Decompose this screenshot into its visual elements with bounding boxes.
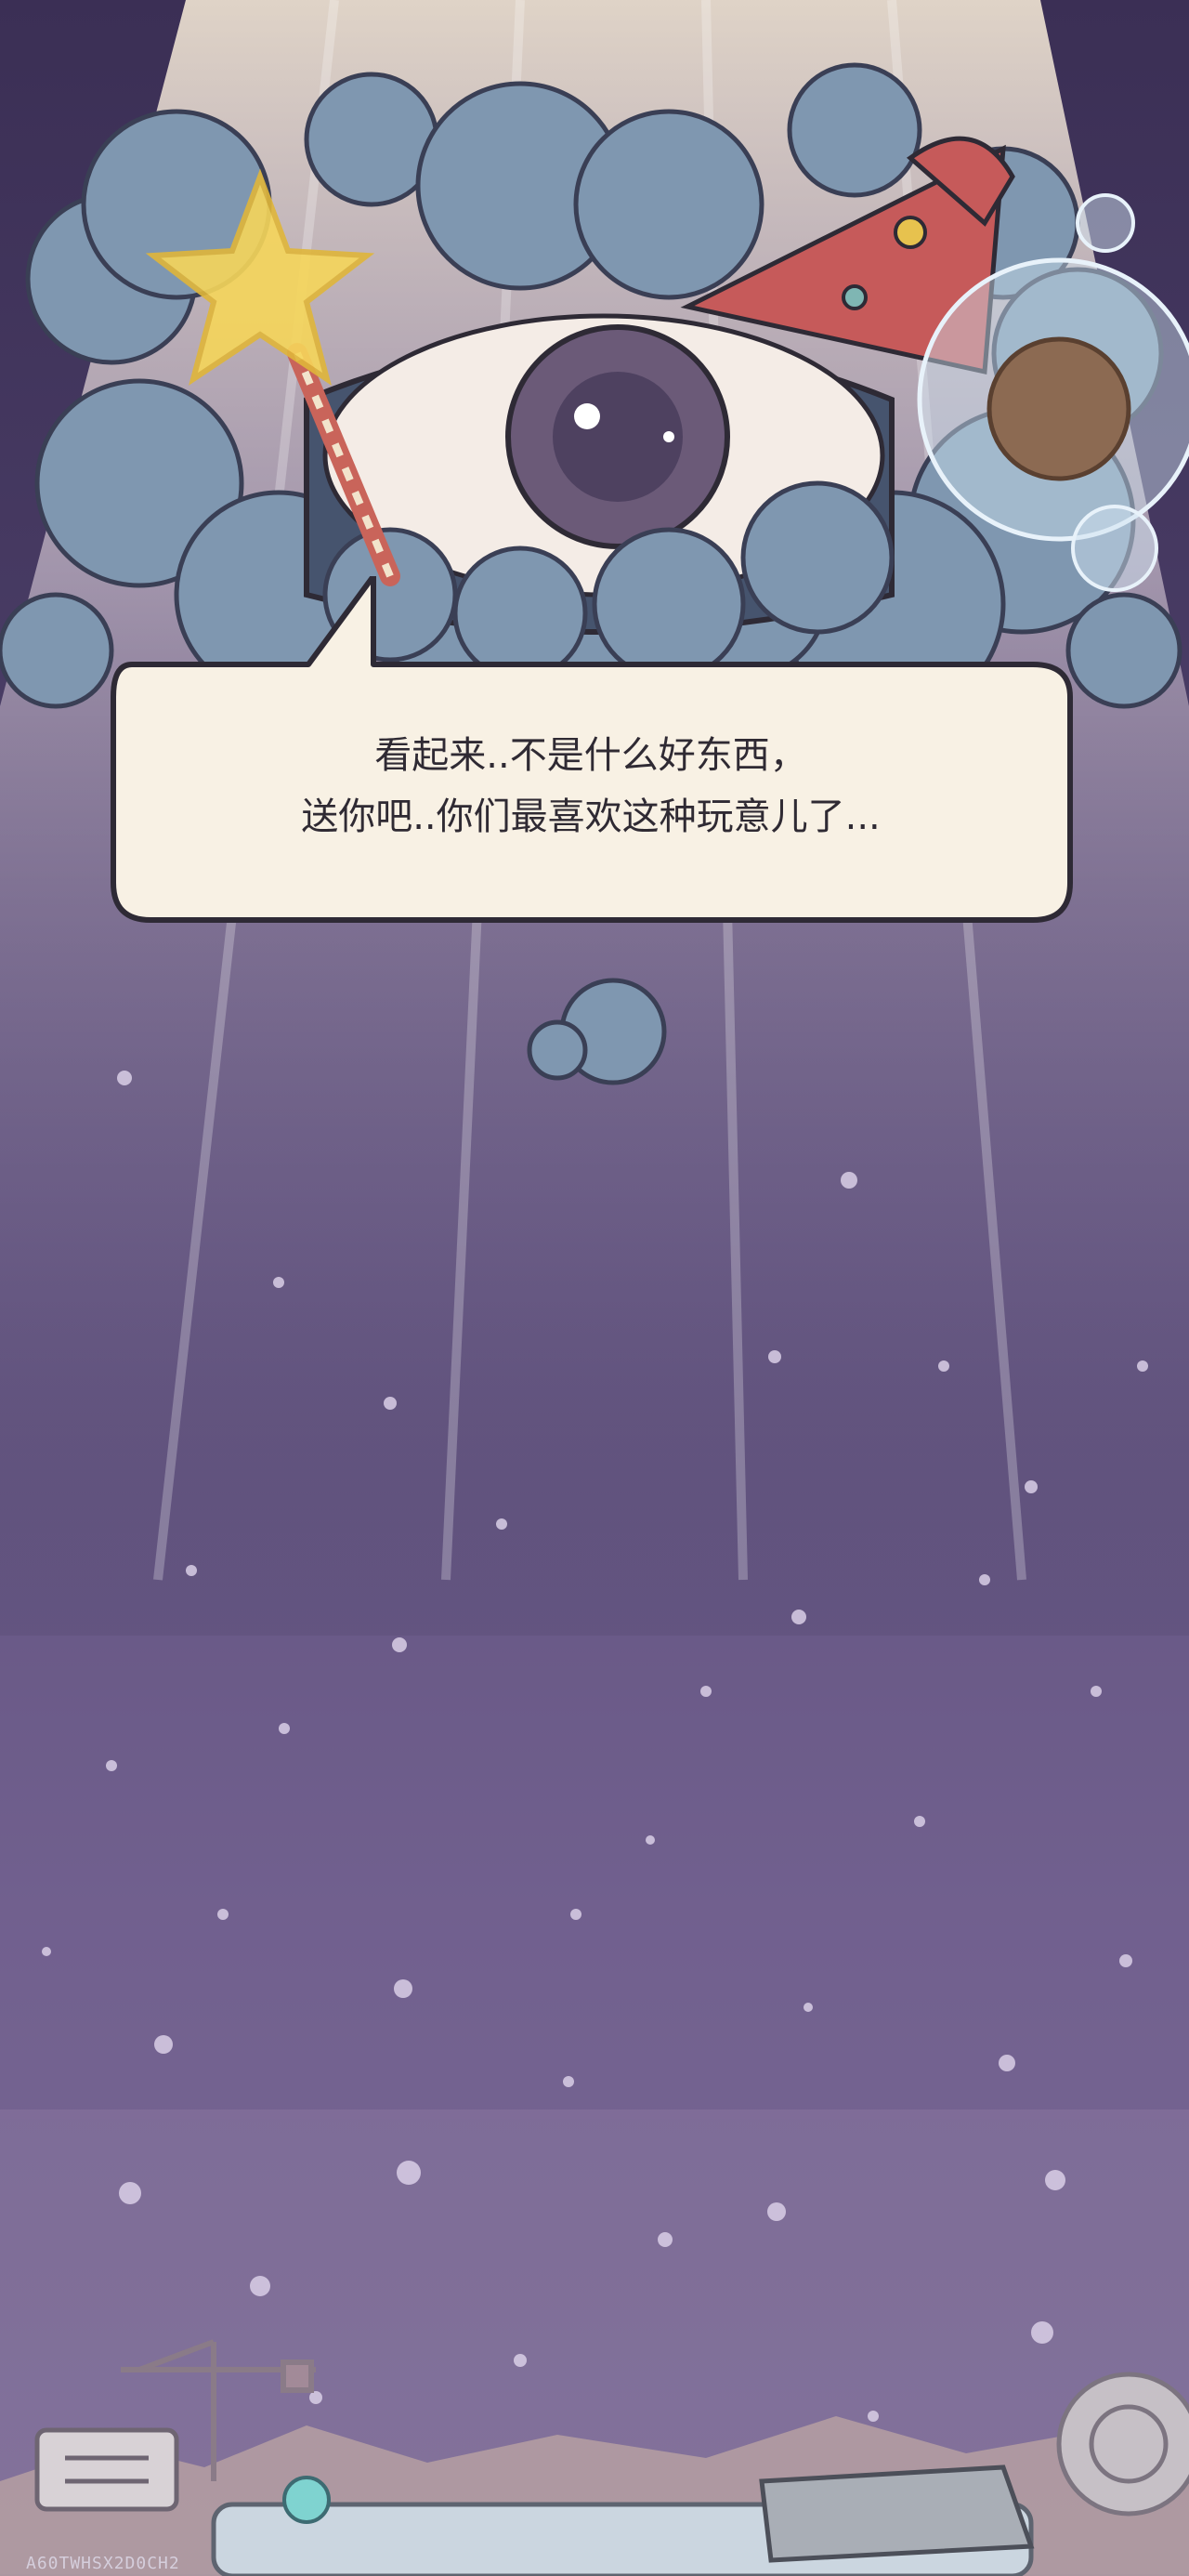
watermark-text: A60TWHSX2D0CH2	[26, 2554, 180, 2573]
dialogue-text: 看起来..不是什么好东西， 送你吧..你们最喜欢这种玩意儿了...	[76, 725, 1105, 848]
snail-shell-icon	[1056, 2372, 1189, 2517]
dialogue-line-2: 送你吧..你们最喜欢这种玩意儿了...	[301, 795, 881, 838]
stone-pedestal-icon	[759, 2464, 1035, 2563]
town-scenery	[0, 2339, 1189, 2576]
speech-bubble[interactable]: 看起来..不是什么好东西， 送你吧..你们最喜欢这种玩意儿了...	[76, 576, 1105, 957]
signboard-icon	[34, 2427, 179, 2512]
game-scene[interactable]: 看起来..不是什么好东西， 送你吧..你们最喜欢这种玩意儿了... A60TWH…	[0, 0, 1189, 2576]
dialogue-line-1: 看起来..不是什么好东西，	[374, 734, 807, 777]
